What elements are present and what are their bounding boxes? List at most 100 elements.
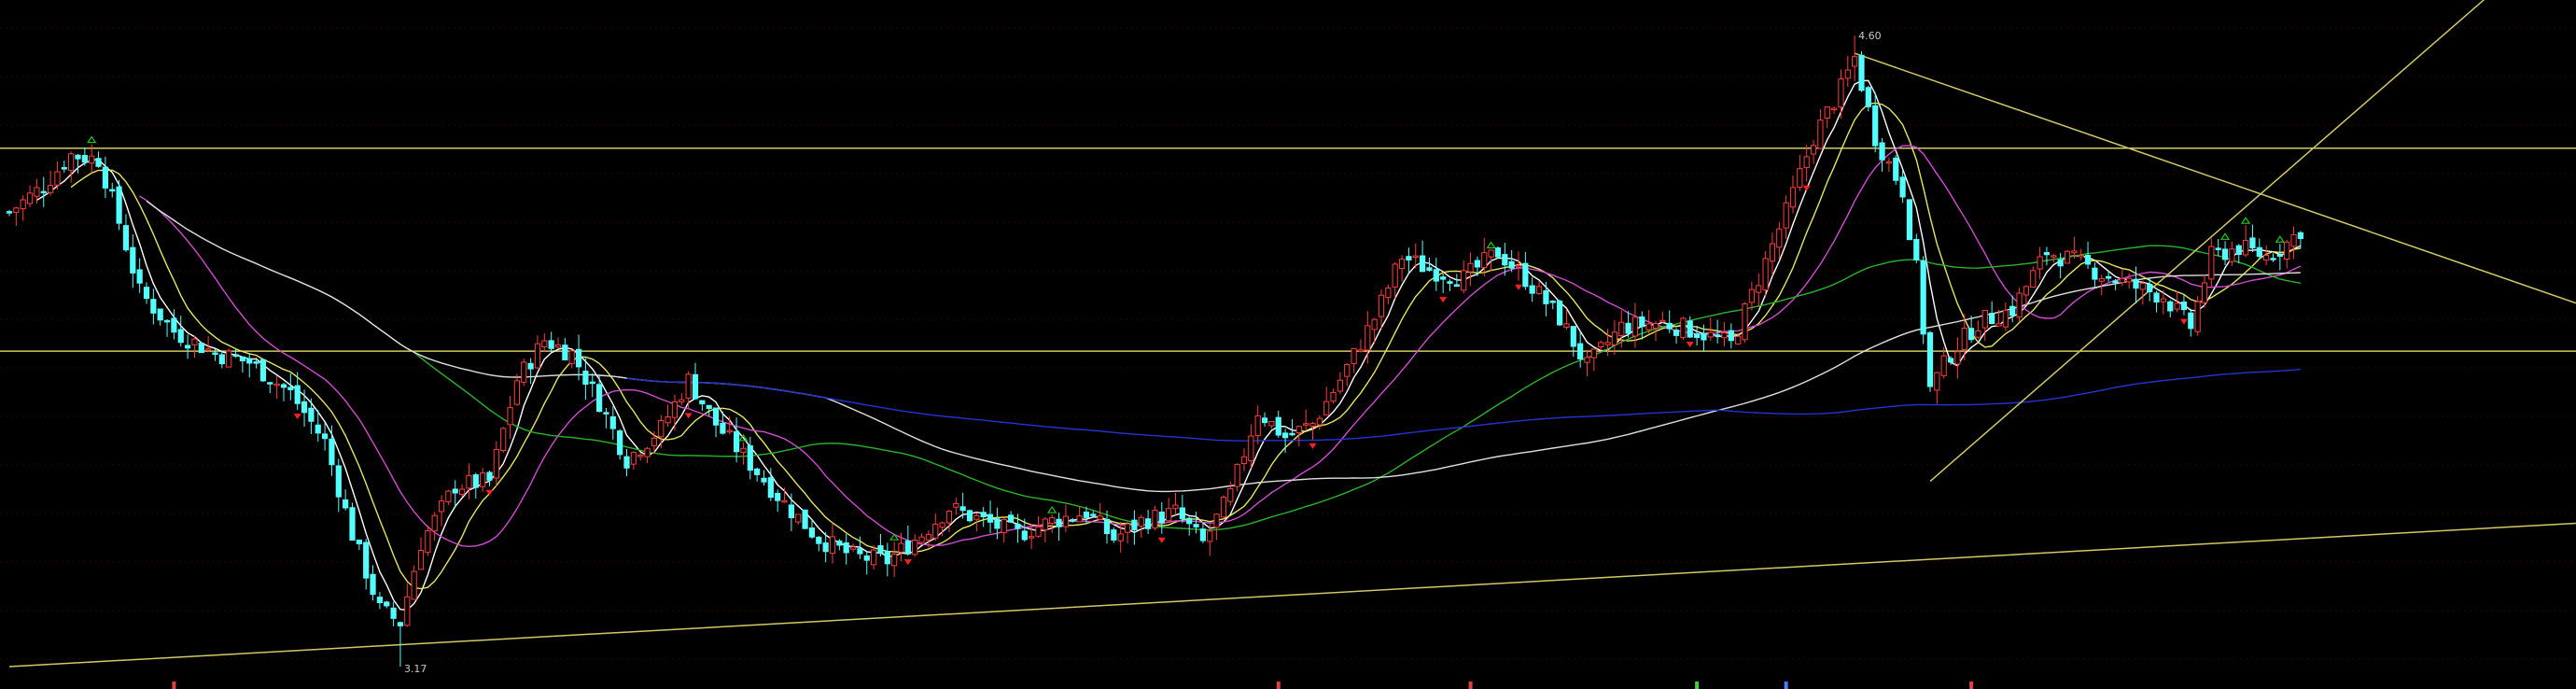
candle-body [2092,267,2098,280]
candle-body [48,185,54,193]
candle [1659,311,1666,323]
candle-body [2023,286,2030,296]
candle-body [534,343,541,369]
candle [904,525,911,556]
candle [1365,311,1371,364]
candle-body [912,540,918,555]
candle [795,513,802,526]
candle [116,179,122,231]
candle-body [1543,289,1549,304]
candle [411,565,417,600]
candle [679,393,685,406]
candle-body [747,444,753,471]
candle [1124,522,1131,544]
sell-signal-arrow [1486,241,1496,249]
candle-body [1707,331,1714,338]
candle-body [651,437,657,446]
candle [623,448,630,477]
candle [376,591,383,610]
candle [1885,157,1893,173]
candle-body [2057,259,2064,267]
candle [191,335,198,359]
candle [177,316,184,347]
candle-body [699,400,706,405]
candle [1783,195,1789,240]
candle [163,318,171,337]
buy-signal-arrow [1802,185,1811,191]
candle [1062,504,1070,532]
candle [2051,253,2057,263]
candle-body [34,187,40,197]
candle-body [541,340,548,347]
candle [417,537,425,570]
candle [2016,288,2023,322]
candle-body [1426,267,1433,272]
candle-body [2194,301,2201,332]
candle-body [1570,326,1576,347]
candle-body [1447,281,1453,284]
ma5-line [36,79,2302,612]
candle [2249,224,2256,253]
candle [2092,261,2098,288]
candle [1234,463,1240,492]
candle-body [452,488,458,494]
candle-body [404,596,411,626]
candle-body [1604,342,1611,345]
candle [589,373,595,398]
candle [1981,310,1988,341]
candle [1515,251,1522,281]
candle-body [2009,305,2016,316]
candle [609,406,616,440]
candle-body [315,424,321,434]
candle-body [459,488,466,495]
buy-signal-arrow [1686,342,1694,348]
candle [912,534,918,557]
candle [1076,506,1083,523]
candle [692,362,699,401]
buy-signal-arrow [1439,297,1448,303]
candle-body [301,401,308,414]
candle-body [527,362,534,370]
candle-body [1872,105,1879,147]
candle [966,509,973,523]
sell-signal-arrow [1047,505,1057,513]
candle-body [1659,319,1666,323]
candle-body [2290,233,2297,247]
candle [788,493,794,531]
candle [507,396,513,440]
candle-body [2037,256,2043,270]
candle-body [1618,321,1625,337]
candle-body [2126,277,2133,283]
candle-body [431,514,438,532]
candle [2263,245,2270,266]
candle-body [1207,530,1213,542]
candle [1309,421,1316,440]
candle-body [1920,260,1926,335]
candle [1522,251,1529,290]
candle-body [308,407,315,422]
sell-signal-arrow [2275,235,2285,243]
candle [1303,409,1309,430]
candle [829,523,836,564]
candle-body [2002,309,2009,328]
candle-body [829,536,836,555]
candle [2043,246,2051,266]
candle-body [1803,156,1810,168]
candle [2221,241,2229,266]
candle [1975,320,1981,339]
candle [534,335,541,369]
candle-body [781,499,788,503]
candle [130,233,136,288]
candle [1639,311,1645,340]
candle [1179,495,1185,524]
candle-body [1502,254,1508,266]
candle-body [1330,391,1337,402]
candle [548,331,554,352]
candle [1529,277,1535,302]
candle [280,382,287,401]
candle-body [1070,519,1076,522]
candle [1131,510,1138,545]
candle [699,400,706,412]
candle-body [1015,523,1021,529]
candle [1549,300,1556,310]
